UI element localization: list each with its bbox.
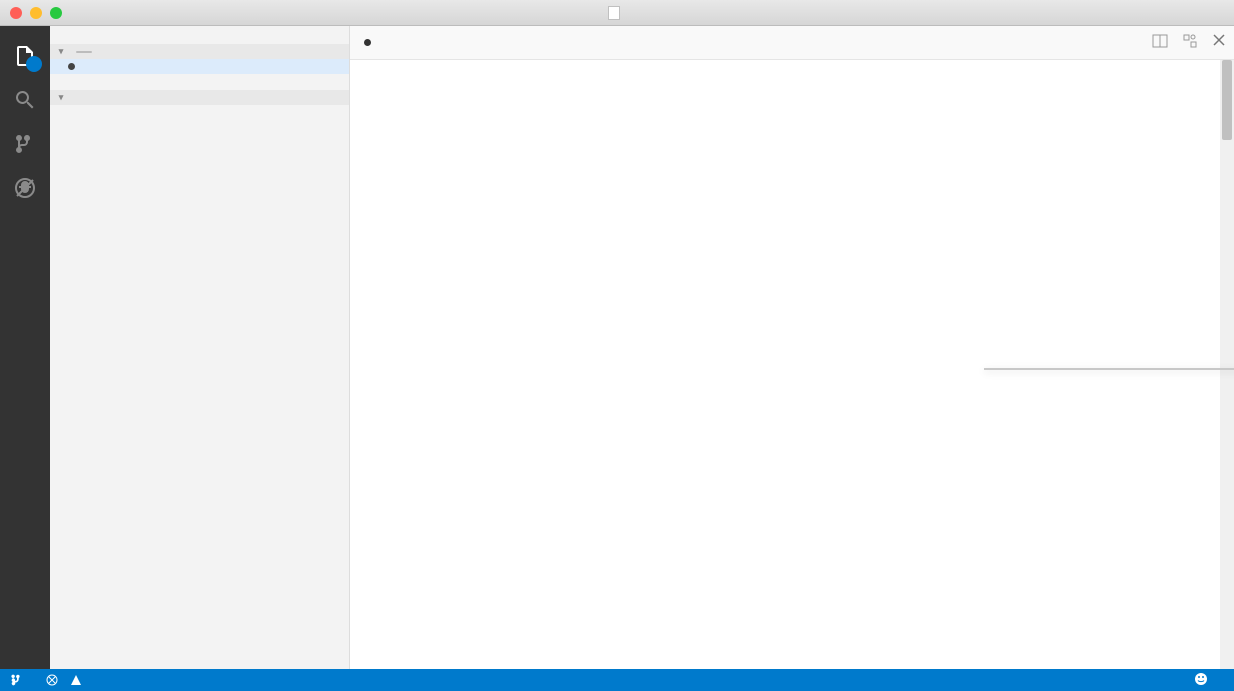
activity-explorer[interactable] bbox=[0, 34, 50, 78]
close-tab-icon[interactable] bbox=[1212, 33, 1226, 52]
git-branch-icon bbox=[13, 132, 37, 156]
sidebar-title bbox=[50, 26, 349, 44]
more-actions-icon[interactable] bbox=[1182, 33, 1198, 52]
status-branch[interactable] bbox=[10, 673, 30, 687]
chevron-down-icon: ▾ bbox=[56, 46, 66, 57]
activity-source-control[interactable] bbox=[0, 122, 50, 166]
dirty-dot-icon bbox=[68, 63, 75, 70]
window-controls bbox=[10, 7, 62, 19]
window-title bbox=[608, 6, 626, 20]
code-content[interactable] bbox=[408, 60, 1234, 669]
project-header[interactable]: ▾ bbox=[50, 90, 349, 105]
feedback-icon[interactable] bbox=[1194, 672, 1208, 689]
bug-icon bbox=[13, 176, 37, 200]
code-area[interactable] bbox=[350, 60, 1234, 669]
editor bbox=[350, 26, 1234, 669]
file-icon bbox=[608, 6, 620, 20]
dirty-dot-icon bbox=[364, 39, 371, 46]
activity-bar bbox=[0, 26, 50, 669]
editor-tab[interactable] bbox=[358, 39, 395, 46]
working-file-row[interactable] bbox=[50, 59, 349, 74]
search-icon bbox=[13, 88, 37, 112]
tab-bar bbox=[350, 26, 1234, 60]
chevron-down-icon: ▾ bbox=[56, 92, 66, 103]
activity-search[interactable] bbox=[0, 78, 50, 122]
status-right bbox=[1104, 672, 1208, 689]
unsaved-badge bbox=[76, 51, 92, 53]
error-icon bbox=[46, 674, 58, 686]
status-bar bbox=[0, 669, 1234, 691]
status-problems[interactable] bbox=[46, 674, 88, 686]
scrollbar-thumb[interactable] bbox=[1222, 60, 1232, 140]
scrollbar-track[interactable] bbox=[1220, 60, 1234, 669]
tab-actions bbox=[1152, 33, 1226, 52]
explorer-sidebar: ▾ ▾ bbox=[50, 26, 350, 669]
minimize-window-button[interactable] bbox=[30, 7, 42, 19]
working-files-header[interactable]: ▾ bbox=[50, 44, 349, 59]
working-file-row[interactable] bbox=[50, 74, 349, 82]
titlebar bbox=[0, 0, 1234, 26]
breakpoint-gutter[interactable] bbox=[350, 60, 368, 669]
warning-icon bbox=[70, 674, 82, 686]
git-branch-icon bbox=[10, 673, 24, 687]
suggest-widget[interactable] bbox=[984, 368, 1234, 370]
line-number-gutter[interactable] bbox=[368, 60, 408, 669]
explorer-badge bbox=[26, 56, 42, 72]
maximize-window-button[interactable] bbox=[50, 7, 62, 19]
activity-debug[interactable] bbox=[0, 166, 50, 210]
working-file-row[interactable] bbox=[50, 82, 349, 90]
close-window-button[interactable] bbox=[10, 7, 22, 19]
split-editor-icon[interactable] bbox=[1152, 33, 1168, 52]
